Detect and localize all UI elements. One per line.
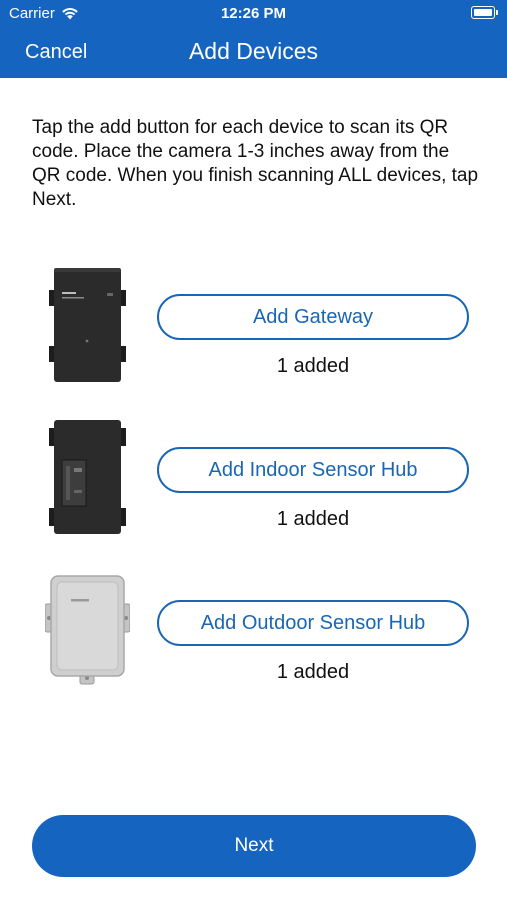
add-indoor-sensor-hub-button[interactable]: Add Indoor Sensor Hub xyxy=(157,447,469,493)
device-row-indoor-sensor-hub: Add Indoor Sensor Hub 1 added xyxy=(0,415,507,535)
outdoor-sensor-hub-image xyxy=(45,575,130,685)
indoor-sensor-hub-image xyxy=(49,420,126,534)
page-title: Add Devices xyxy=(188,38,319,64)
navigation-bar: Cancel Add Devices xyxy=(0,28,507,78)
status-bar: Carrier 12:26 PM xyxy=(0,0,507,28)
battery-icon xyxy=(471,6,498,19)
device-row-outdoor-sensor-hub: Add Outdoor Sensor Hub 1 added xyxy=(0,568,507,688)
device-row-gateway: Add Gateway 1 added xyxy=(0,262,507,382)
instructions-text: Tap the add button for each device to sc… xyxy=(32,117,479,210)
indoor-sensor-hub-added-count: 1 added xyxy=(276,508,350,530)
gateway-device-image xyxy=(49,268,126,382)
add-gateway-button[interactable]: Add Gateway xyxy=(157,294,469,340)
outdoor-sensor-hub-added-count: 1 added xyxy=(276,661,350,683)
add-outdoor-sensor-hub-button[interactable]: Add Outdoor Sensor Hub xyxy=(157,600,469,646)
next-button[interactable]: Next xyxy=(32,815,476,877)
gateway-added-count: 1 added xyxy=(276,355,350,377)
clock: 12:26 PM xyxy=(220,5,287,22)
